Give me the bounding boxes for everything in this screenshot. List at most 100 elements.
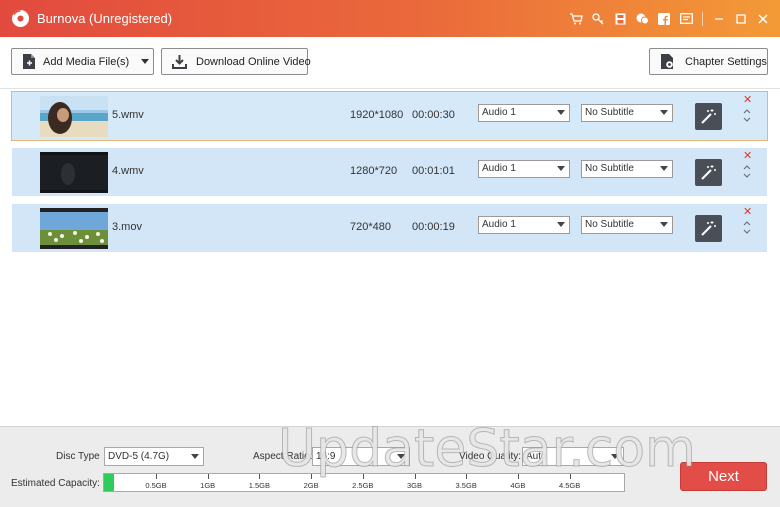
edit-wand-button[interactable] — [695, 159, 722, 186]
file-name: 3.mov — [112, 221, 142, 233]
chapter-settings-icon — [661, 54, 673, 69]
title-bar: Burnova (Unregistered) — [0, 0, 780, 37]
titlebar-separator — [702, 11, 703, 26]
download-icon — [172, 55, 187, 69]
subtitle-select[interactable]: No Subtitle — [581, 160, 673, 178]
capacity-tick-label: 1.5GB — [248, 481, 271, 490]
file-name: 4.wmv — [112, 165, 144, 177]
file-row[interactable]: 5.wmv 1920*1080 00:00:30 Audio 1 No Subt… — [11, 91, 768, 141]
key-icon[interactable] — [587, 0, 609, 37]
dropdown-arrow-icon — [660, 222, 668, 227]
capacity-tick-label: 2GB — [303, 481, 319, 490]
disc-type-select[interactable]: DVD-5 (4.7G) — [104, 447, 204, 466]
video-quality-select[interactable]: Auto — [522, 447, 624, 466]
feedback-icon[interactable] — [675, 0, 697, 37]
video-quality-value: Auto — [526, 451, 547, 462]
capacity-tick — [466, 474, 468, 479]
video-thumbnail — [40, 208, 108, 249]
aspect-ratio-value: 16:9 — [316, 451, 336, 462]
file-row[interactable]: 3.mov 720*480 00:00:19 Audio 1 No Subtit… — [12, 204, 767, 252]
capacity-tick — [259, 474, 261, 479]
move-down-icon[interactable] — [743, 171, 751, 179]
add-media-label: Add Media File(s) — [43, 55, 130, 68]
subtitle-select[interactable]: No Subtitle — [581, 216, 673, 234]
capacity-fill — [104, 474, 114, 491]
capacity-tick-label: 3GB — [406, 481, 423, 490]
capacity-tick-label: 2.5GB — [352, 481, 374, 490]
next-button[interactable]: Next — [680, 462, 767, 491]
maximize-icon[interactable] — [730, 0, 752, 37]
minimize-icon[interactable] — [708, 0, 730, 37]
add-file-icon — [23, 54, 35, 69]
magic-wand-icon — [701, 221, 716, 236]
chevron-down-icon — [141, 59, 150, 64]
save-icon[interactable] — [609, 0, 631, 37]
subtitle-value: No Subtitle — [585, 163, 634, 174]
video-quality-label: Video Quality: — [459, 451, 522, 462]
row-controls: ✕ — [741, 94, 755, 138]
magic-wand-icon — [701, 165, 716, 180]
video-thumbnail — [40, 96, 108, 137]
move-down-icon[interactable] — [743, 115, 751, 123]
video-thumbnail — [40, 152, 108, 193]
dropdown-arrow-icon — [397, 454, 405, 459]
capacity-tick — [362, 474, 364, 479]
capacity-tick-label: 3.5GB — [455, 481, 477, 490]
audio-track-value: Audio 1 — [482, 163, 516, 174]
chapter-settings-label: Chapter Settings — [685, 55, 767, 68]
file-resolution: 1920*1080 — [350, 109, 404, 121]
capacity-tick-label: 1GB — [200, 481, 216, 490]
dropdown-arrow-icon — [191, 454, 199, 459]
audio-track-value: Audio 1 — [482, 219, 516, 230]
disc-type-value: DVD-5 (4.7G) — [108, 451, 170, 462]
capacity-tick-label: 4GB — [510, 481, 526, 490]
facebook-icon[interactable] — [653, 0, 675, 37]
file-row[interactable]: 4.wmv 1280*720 00:01:01 Audio 1 No Subti… — [12, 148, 767, 196]
subtitle-value: No Subtitle — [585, 219, 634, 230]
subtitle-select[interactable]: No Subtitle — [581, 104, 673, 122]
capacity-tick — [311, 474, 313, 479]
audio-track-select[interactable]: Audio 1 — [478, 216, 570, 234]
capacity-bar: 0.5GB 1GB 1.5GB 2GB 2.5GB 3GB 3.5GB 4GB 4.5GB — [103, 473, 625, 492]
chat-icon[interactable] — [631, 0, 653, 37]
cart-icon[interactable] — [565, 0, 587, 37]
dropdown-arrow-icon — [660, 110, 668, 115]
aspect-ratio-select[interactable]: 16:9 — [312, 447, 410, 466]
file-duration: 00:01:01 — [412, 165, 455, 177]
capacity-tick-label: 0.5GB — [145, 481, 167, 490]
file-name: 5.wmv — [112, 109, 144, 121]
disc-type-label: Disc Type — [56, 451, 100, 462]
capacity-tick-label: 4.5GB — [558, 481, 581, 490]
download-label: Download Online Video — [196, 55, 311, 68]
capacity-tick — [207, 474, 209, 479]
edit-wand-button[interactable] — [695, 215, 722, 242]
capacity-tick — [569, 474, 571, 479]
burnova-logo-icon — [11, 9, 30, 28]
magic-wand-icon — [701, 109, 716, 124]
close-icon[interactable] — [752, 0, 774, 37]
move-down-icon[interactable] — [743, 227, 751, 235]
remove-icon[interactable]: ✕ — [743, 150, 752, 162]
bottom-bar: Disc Type DVD-5 (4.7G) Aspect Ratio: 16:… — [0, 426, 780, 507]
dropdown-arrow-icon — [660, 166, 668, 171]
remove-icon[interactable]: ✕ — [743, 94, 752, 106]
download-online-video-button[interactable]: Download Online Video — [161, 48, 311, 75]
subtitle-value: No Subtitle — [585, 107, 634, 118]
add-media-button[interactable]: Add Media File(s) — [11, 48, 154, 75]
remove-icon[interactable]: ✕ — [743, 206, 752, 218]
audio-track-select[interactable]: Audio 1 — [478, 160, 570, 178]
audio-track-select[interactable]: Audio 1 — [478, 104, 570, 122]
file-resolution: 720*480 — [350, 221, 391, 233]
chapter-settings-button[interactable]: Chapter Settings — [649, 48, 768, 75]
file-duration: 00:00:19 — [412, 221, 455, 233]
toolbar: Add Media File(s) Download Online Video … — [0, 37, 780, 88]
window-title: Burnova (Unregistered) — [37, 11, 173, 26]
row-controls: ✕ — [741, 150, 755, 194]
capacity-tick — [414, 474, 416, 479]
edit-wand-button[interactable] — [695, 103, 722, 130]
dropdown-arrow-icon — [557, 110, 565, 115]
dropdown-arrow-icon — [557, 222, 565, 227]
aspect-ratio-label: Aspect Ratio: — [253, 451, 313, 462]
file-resolution: 1280*720 — [350, 165, 398, 177]
capacity-tick — [156, 474, 157, 479]
